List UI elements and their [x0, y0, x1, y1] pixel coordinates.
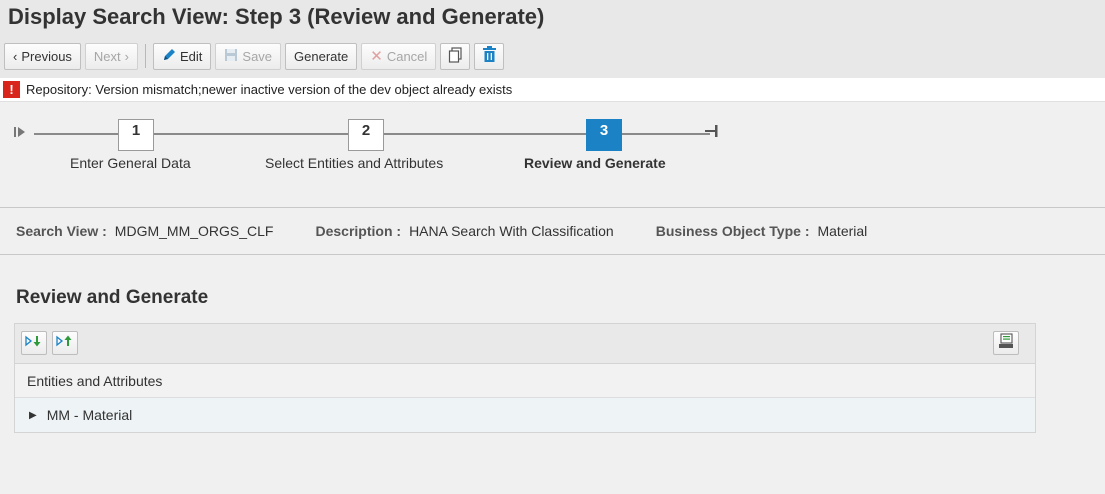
previous-button[interactable]: ‹ Previous: [4, 42, 81, 70]
save-label: Save: [242, 48, 273, 64]
description-label: Description :: [315, 223, 402, 239]
expand-all-icon: [25, 334, 43, 353]
error-icon: !: [3, 81, 20, 98]
cancel-label: Cancel: [386, 48, 428, 64]
table-toolbar: [15, 324, 1035, 364]
bo-type-value: Material: [817, 223, 868, 239]
main-toolbar: ‹ Previous Next › Edit Save Generate ✕ C…: [4, 42, 505, 70]
export-icon: [998, 332, 1014, 354]
tree-row-label: MM - Material: [46, 407, 133, 423]
roadmap-step-2[interactable]: 2: [348, 119, 384, 151]
previous-label: Previous: [21, 48, 72, 64]
roadmap: 1 Enter General Data 2 Select Entities a…: [0, 102, 1105, 200]
search-view-value: MDGM_MM_ORGS_CLF: [114, 223, 274, 239]
message-text: Repository: Version mismatch;newer inact…: [26, 82, 513, 97]
expand-all-button[interactable]: [21, 331, 47, 355]
roadmap-step-3-label: Review and Generate: [524, 155, 666, 171]
copy-icon: [448, 46, 463, 66]
pencil-icon: [162, 48, 176, 65]
object-info-bar: Search View : MDGM_MM_ORGS_CLF Descripti…: [0, 207, 1105, 255]
section-title: Review and Generate: [16, 287, 209, 308]
trash-icon: [482, 46, 497, 66]
generate-button[interactable]: Generate: [285, 42, 358, 70]
bo-type-label: Business Object Type :: [655, 223, 810, 239]
toolbar-separator: [145, 44, 146, 68]
description-value: HANA Search With Classification: [409, 223, 614, 239]
expand-arrow-icon[interactable]: ▶: [29, 410, 37, 421]
roadmap-step-1-label: Enter General Data: [70, 155, 191, 171]
generate-label: Generate: [294, 48, 349, 64]
chevron-left-icon: ‹: [13, 48, 18, 64]
column-header-entities[interactable]: Entities and Attributes: [15, 364, 1035, 398]
next-button[interactable]: Next ›: [84, 42, 138, 70]
save-button[interactable]: Save: [215, 42, 282, 70]
chevron-right-icon: ›: [124, 48, 129, 64]
edit-button[interactable]: Edit: [153, 42, 212, 70]
roadmap-step-3[interactable]: 3: [586, 119, 622, 151]
page-title: Display Search View: Step 3 (Review and …: [8, 4, 545, 29]
roadmap-step-1[interactable]: 1: [118, 119, 154, 151]
roadmap-start-icon: [14, 126, 28, 141]
edit-label: Edit: [180, 48, 203, 64]
cancel-x-icon: ✕: [370, 48, 383, 65]
collapse-all-icon: [56, 334, 74, 353]
copy-button[interactable]: [440, 42, 471, 70]
search-view-label: Search View :: [16, 223, 107, 239]
entities-tree-table: Entities and Attributes ▶ MM - Material: [14, 323, 1036, 433]
next-label: Next: [93, 48, 121, 64]
floppy-disk-icon: [224, 48, 238, 65]
collapse-all-button[interactable]: [52, 331, 78, 355]
cancel-button[interactable]: ✕ Cancel: [361, 42, 437, 70]
export-button[interactable]: [993, 331, 1019, 355]
roadmap-step-2-label: Select Entities and Attributes: [265, 155, 444, 171]
tree-row[interactable]: ▶ MM - Material: [15, 398, 1035, 432]
roadmap-end-icon: [705, 123, 719, 144]
message-bar: ! Repository: Version mismatch;newer ina…: [0, 78, 1105, 102]
delete-button[interactable]: [474, 42, 505, 70]
